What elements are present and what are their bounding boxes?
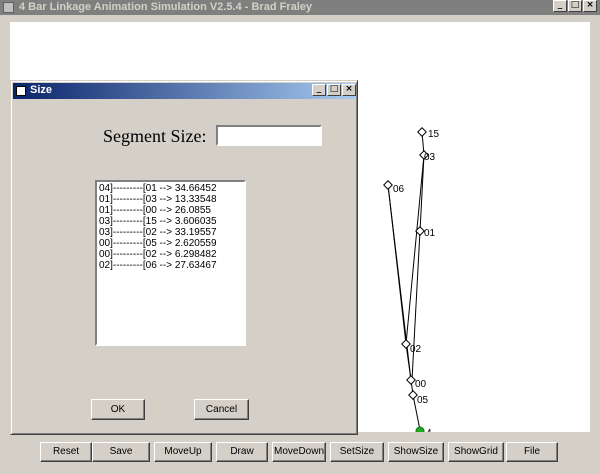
list-item[interactable]: 04]---------[01 --> 34.66452 [99,183,242,194]
node-label-01: 01 [424,228,436,239]
cancel-button[interactable]: Cancel [194,399,249,420]
status-bar [0,469,600,474]
segment-size-label: Segment Size: [103,126,207,146]
node-label-06: 06 [393,184,405,195]
node-00[interactable] [406,375,416,385]
node-label-02: 02 [410,344,422,355]
list-item[interactable]: 01]---------[03 --> 13.33548 [99,194,242,205]
ground-node[interactable] [415,426,425,432]
node-label-15: 15 [428,129,440,140]
reset-button[interactable]: Reset [40,442,92,462]
dialog-maximize-button[interactable]: □ [327,84,341,96]
segment-list[interactable]: 04]---------[01 --> 34.66452 01]---------… [95,180,246,346]
list-item[interactable]: 00]---------[05 --> 2.620559 [99,238,242,249]
dialog-minimize-button[interactable]: _ [312,84,326,96]
draw-button[interactable]: Draw [216,442,268,462]
window-controls: _ □ × [552,0,597,12]
minimize-button[interactable]: _ [553,0,567,12]
app-title: 4 Bar Linkage Animation Simulation V2.5.… [19,1,313,13]
link-01-00 [411,230,421,381]
list-item[interactable]: 00]---------[02 --> 6.298482 [99,249,242,260]
dialog-title: Size [30,84,53,96]
showgrid-button[interactable]: ShowGrid [448,442,504,462]
dialog-close-button[interactable]: × [342,84,356,96]
segment-size-input[interactable] [216,125,322,146]
list-item[interactable]: 03]---------[15 --> 3.606035 [99,216,242,227]
list-item[interactable]: 03]---------[02 --> 33.19557 [99,227,242,238]
list-item[interactable]: 01]---------[00 --> 26.0855 [99,205,242,216]
ok-button[interactable]: OK [91,399,145,420]
node-label-ground: 4 [426,428,432,432]
save-button[interactable]: Save [92,442,150,462]
dialog-window-controls: _ □ × [311,84,356,96]
dialog-title-bar[interactable]: Size _ □ × [13,83,356,99]
maximize-button[interactable]: □ [568,0,582,12]
movedown-button[interactable]: MoveDown [272,442,326,462]
node-label-05: 05 [417,395,429,406]
node-05[interactable] [408,390,418,400]
close-button[interactable]: × [583,0,597,12]
node-02[interactable] [401,339,411,349]
dialog-icon [16,86,26,96]
setsize-button[interactable]: SetSize [330,442,384,462]
node-label-00: 00 [415,379,427,390]
app-title-bar: 4 Bar Linkage Animation Simulation V2.5.… [0,0,600,15]
size-dialog: Size _ □ × Segment Size: 04]---------[01… [10,80,358,435]
moveup-button[interactable]: MoveUp [154,442,212,462]
app-icon [3,2,14,13]
link-06-00 [387,184,412,381]
file-button[interactable]: File [506,442,558,462]
showsize-button[interactable]: ShowSize [388,442,444,462]
node-label-03: 03 [424,152,436,163]
list-item[interactable]: 02]---------[06 --> 27.63467 [99,260,242,271]
bottom-toolbar: Reset Save MoveUp Draw MoveDown SetSize ShowSi… [0,440,600,468]
node-06[interactable] [383,180,393,190]
node-15[interactable] [417,127,427,137]
